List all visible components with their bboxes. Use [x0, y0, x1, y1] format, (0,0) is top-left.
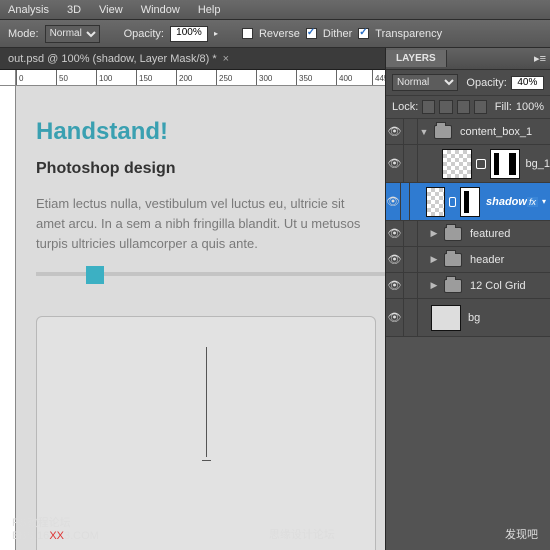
ruler-tick: 445	[372, 70, 385, 86]
reverse-checkbox[interactable]	[242, 28, 253, 39]
layer-name: bg	[464, 312, 550, 324]
layer-thumb[interactable]	[426, 187, 446, 217]
link-icon[interactable]	[476, 159, 486, 169]
tab-layers[interactable]: LAYERS	[386, 50, 447, 67]
mode-label: Mode:	[8, 28, 39, 40]
lock-transparency-icon[interactable]	[422, 100, 435, 114]
eye-icon[interactable]: 👁	[386, 221, 404, 246]
layer-name: bg_1	[522, 158, 550, 170]
page-subheading: Photoshop design	[36, 160, 365, 178]
dither-checkbox[interactable]	[306, 28, 317, 39]
ruler-tick: 300	[256, 70, 272, 86]
eye-icon[interactable]: 👁	[386, 247, 404, 272]
page-body: Etiam lectus nulla, vestibulum vel luctu…	[36, 194, 365, 254]
opacity-label: Opacity:	[124, 28, 164, 40]
options-bar: Mode: Normal Opacity: 100% ▸ Reverse Dit…	[0, 20, 550, 48]
ruler-tick: 150	[136, 70, 152, 86]
layer-row-header[interactable]: 👁 ▶ header	[386, 247, 550, 273]
dither-label: Dither	[323, 28, 352, 40]
eye-icon[interactable]: 👁	[386, 145, 404, 182]
eye-icon[interactable]: 👁	[386, 183, 401, 220]
horizontal-ruler[interactable]: 0 50 100 150 200 250 300 350 400 445	[16, 70, 385, 86]
ruler-tick: 200	[176, 70, 192, 86]
layer-row-bg-1[interactable]: 👁 bg_1	[386, 145, 550, 183]
layer-name: 12 Col Grid	[466, 280, 550, 292]
menu-bar: Analysis 3D View Window Help	[0, 0, 550, 20]
ruler-origin[interactable]	[0, 70, 16, 86]
layer-thumb[interactable]	[442, 149, 472, 179]
folder-icon	[444, 253, 462, 267]
lock-label: Lock:	[392, 101, 418, 113]
layer-name: header	[466, 254, 550, 266]
lock-position-icon[interactable]	[457, 100, 470, 114]
blend-mode-select[interactable]: Normal	[392, 74, 458, 91]
triangle-right-icon[interactable]: ▶	[428, 228, 440, 239]
content-box	[36, 316, 376, 550]
fill-input[interactable]: 100%	[516, 101, 544, 113]
mask-thumb[interactable]	[460, 187, 480, 217]
fill-label: Fill:	[495, 101, 512, 113]
layers-list: 👁 ▼ content_box_1 👁 bg_1 👁 shadow fx ▾ 👁	[386, 119, 550, 337]
menu-view[interactable]: View	[99, 4, 123, 16]
layer-name: featured	[466, 228, 550, 240]
slider-track	[36, 272, 385, 276]
layer-row-12-col-grid[interactable]: 👁 ▶ 12 Col Grid	[386, 273, 550, 299]
ruler-tick: 100	[96, 70, 112, 86]
layer-opacity-label: Opacity:	[466, 77, 506, 89]
panel-tabs: LAYERS ▸≡	[386, 48, 550, 70]
eye-icon[interactable]: 👁	[386, 299, 404, 336]
canvas[interactable]: Handstand! Photoshop design Etiam lectus…	[16, 86, 385, 550]
document-title: out.psd @ 100% (shadow, Layer Mask/8) *	[8, 53, 217, 65]
layer-row-content-box-1[interactable]: 👁 ▼ content_box_1	[386, 119, 550, 145]
vertical-ruler[interactable]	[0, 86, 16, 550]
blend-row: Normal Opacity: 40%	[386, 70, 550, 96]
transparency-checkbox[interactable]	[358, 28, 369, 39]
triangle-right-icon[interactable]: ▶	[428, 280, 440, 291]
page-heading: Handstand!	[36, 118, 365, 146]
opacity-chevron-icon[interactable]: ▸	[214, 29, 218, 38]
folder-icon	[444, 279, 462, 293]
mode-select[interactable]: Normal	[45, 25, 100, 43]
triangle-right-icon[interactable]: ▶	[428, 254, 440, 265]
menu-help[interactable]: Help	[198, 4, 221, 16]
menu-window[interactable]: Window	[141, 4, 180, 16]
ruler-tick: 250	[216, 70, 232, 86]
lock-row: Lock: Fill: 100%	[386, 96, 550, 119]
eye-icon[interactable]: 👁	[386, 119, 404, 144]
layer-row-shadow[interactable]: 👁 shadow fx ▾	[386, 183, 550, 221]
layer-name: content_box_1	[456, 126, 550, 138]
layer-opacity-input[interactable]: 40%	[511, 76, 544, 90]
reverse-label: Reverse	[259, 28, 300, 40]
menu-3d[interactable]: 3D	[67, 4, 81, 16]
fx-badge[interactable]: fx	[527, 197, 538, 207]
layer-name: shadow	[482, 196, 527, 208]
triangle-down-icon[interactable]: ▼	[418, 127, 430, 137]
work-area: 0 50 100 150 200 250 300 350 400 445 Han…	[0, 70, 385, 550]
ruler-tick: 0	[16, 70, 23, 86]
folder-icon	[434, 125, 452, 139]
opacity-input[interactable]: 100%	[170, 26, 208, 42]
lock-pixels-icon[interactable]	[439, 100, 452, 114]
slider-handle[interactable]	[86, 266, 104, 284]
ruler-tick: 50	[56, 70, 68, 86]
panel-menu-icon[interactable]: ▸≡	[534, 52, 546, 65]
ruler-tick: 350	[296, 70, 312, 86]
link-icon[interactable]	[449, 197, 456, 207]
layer-thumb[interactable]	[431, 305, 461, 331]
text-cursor-icon	[206, 347, 207, 457]
transparency-label: Transparency	[375, 28, 442, 40]
close-icon[interactable]: ×	[223, 53, 229, 65]
layer-row-featured[interactable]: 👁 ▶ featured	[386, 221, 550, 247]
mask-thumb[interactable]	[490, 149, 520, 179]
eye-icon[interactable]: 👁	[386, 273, 404, 298]
chevron-down-icon[interactable]: ▾	[542, 197, 546, 206]
ruler-tick: 400	[336, 70, 352, 86]
layer-row-bg[interactable]: 👁 bg	[386, 299, 550, 337]
layers-panel: LAYERS ▸≡ Normal Opacity: 40% Lock: Fill…	[385, 48, 550, 550]
folder-icon	[444, 227, 462, 241]
lock-all-icon[interactable]	[474, 100, 487, 114]
menu-analysis[interactable]: Analysis	[8, 4, 49, 16]
